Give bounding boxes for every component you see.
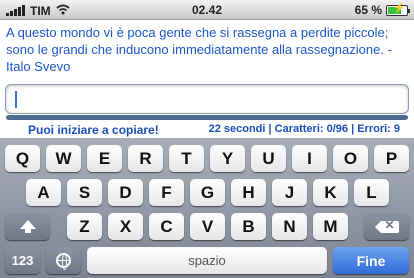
quote-text: A questo mondo vi è poca gente che si ra…	[6, 25, 392, 74]
battery-charging-icon: ⚡	[386, 3, 410, 16]
key-h[interactable]: H	[231, 179, 266, 206]
space-key[interactable]: spazio	[87, 247, 327, 274]
battery-percent: 65 %	[354, 3, 382, 17]
key-b[interactable]: B	[231, 213, 266, 240]
key-l[interactable]: L	[354, 179, 389, 206]
progress-bar	[6, 115, 408, 120]
key-o[interactable]: O	[333, 145, 368, 172]
key-z[interactable]: Z	[67, 213, 102, 240]
status-right: 65 % ⚡	[354, 3, 410, 17]
key-s[interactable]: S	[67, 179, 102, 206]
key-r[interactable]: R	[128, 145, 163, 172]
typing-stats: 22 secondi | Caratteri: 0/96 | Errori: 9	[208, 123, 400, 135]
key-v[interactable]: V	[190, 213, 225, 240]
key-q[interactable]: Q	[5, 145, 40, 172]
shift-key[interactable]	[5, 213, 50, 240]
done-key[interactable]: Fine	[333, 247, 409, 274]
key-g[interactable]: G	[190, 179, 225, 206]
globe-icon	[56, 253, 71, 270]
key-m[interactable]: M	[313, 213, 348, 240]
key-k[interactable]: K	[313, 179, 348, 206]
globe-key[interactable]	[46, 247, 81, 274]
key-d[interactable]: D	[108, 179, 143, 206]
key-w[interactable]: W	[46, 145, 81, 172]
key-p[interactable]: P	[374, 145, 409, 172]
backspace-key[interactable]: ✕	[364, 213, 409, 240]
key-i[interactable]: I	[292, 145, 327, 172]
key-f[interactable]: F	[149, 179, 184, 206]
clock: 02.42	[191, 3, 223, 17]
backspace-icon: ✕	[374, 218, 399, 233]
key-n[interactable]: N	[272, 213, 307, 240]
keyboard: Q W E R T Y U I O P A S D F G H J K L Z …	[0, 138, 414, 278]
key-a[interactable]: A	[26, 179, 61, 206]
typing-field[interactable]	[5, 84, 409, 114]
start-message: Puoi iniziare a copiare!	[28, 123, 159, 137]
text-cursor	[15, 91, 17, 108]
typing-input[interactable]	[6, 85, 408, 113]
numbers-key[interactable]: 123	[5, 247, 40, 274]
shift-icon	[19, 220, 36, 233]
status-bar: TIM 02.42 65 % ⚡	[0, 0, 414, 20]
key-c[interactable]: C	[149, 213, 184, 240]
info-bar: Puoi iniziare a copiare! 22 secondi | Ca…	[0, 121, 414, 137]
key-j[interactable]: J	[272, 179, 307, 206]
key-y[interactable]: Y	[210, 145, 245, 172]
key-u[interactable]: U	[251, 145, 286, 172]
key-x[interactable]: X	[108, 213, 143, 240]
key-e[interactable]: E	[87, 145, 122, 172]
key-t[interactable]: T	[169, 145, 204, 172]
